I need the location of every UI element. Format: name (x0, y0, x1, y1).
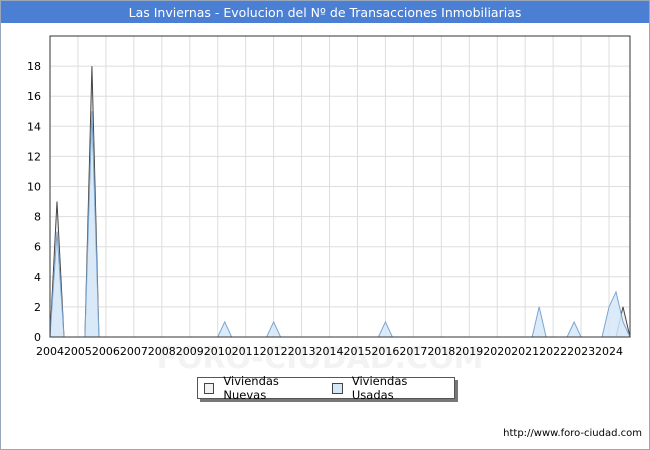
y-tick-label-5: 10 (27, 181, 41, 194)
y-tick-label-7: 14 (27, 120, 41, 133)
x-tick-label-14: 2018 (427, 345, 455, 358)
y-tick-label-9: 18 (27, 60, 41, 73)
legend-label-usadas: Viviendas Usadas (351, 374, 408, 402)
x-tick-label-17: 2021 (511, 345, 539, 358)
legend-swatch-nuevas (204, 382, 215, 394)
x-tick-label-6: 2010 (204, 345, 232, 358)
legend-swatch-usadas (332, 382, 343, 394)
x-tick-label-11: 2015 (343, 345, 371, 358)
x-tick-label-16: 2020 (483, 345, 511, 358)
legend-item-nuevas: Viviendas Nuevas (204, 374, 318, 402)
y-tick-label-3: 6 (34, 241, 41, 254)
x-tick-label-13: 2017 (399, 345, 427, 358)
y-tick-label-8: 16 (27, 90, 41, 103)
x-tick-label-10: 2014 (316, 345, 344, 358)
legend-label-nuevas: Viviendas Nuevas (223, 374, 279, 402)
x-tick-label-20: 2024 (595, 345, 623, 358)
source-url[interactable]: http://www.foro-ciudad.com (503, 428, 642, 439)
x-tick-label-1: 2005 (64, 345, 92, 358)
y-tick-label-0: 0 (34, 331, 41, 344)
y-tick-label-6: 12 (27, 150, 41, 163)
x-tick-label-4: 2008 (148, 345, 176, 358)
chart-legend: Viviendas Nuevas Viviendas Usadas (197, 374, 455, 402)
y-tick-label-2: 4 (34, 271, 41, 284)
x-tick-label-19: 2023 (567, 345, 595, 358)
y-tick-label-1: 2 (34, 301, 41, 314)
y-tick-label-4: 8 (34, 211, 41, 224)
x-tick-label-18: 2022 (539, 345, 567, 358)
x-tick-label-7: 2011 (232, 345, 260, 358)
x-tick-label-0: 2004 (36, 345, 64, 358)
x-tick-label-8: 2012 (260, 345, 288, 358)
x-tick-label-12: 2016 (371, 345, 399, 358)
x-tick-label-3: 2007 (120, 345, 148, 358)
legend-item-usadas: Viviendas Usadas (332, 374, 446, 402)
x-tick-label-9: 2013 (288, 345, 316, 358)
x-tick-label-5: 2009 (176, 345, 204, 358)
x-tick-label-2: 2006 (92, 345, 120, 358)
x-tick-label-15: 2019 (455, 345, 483, 358)
